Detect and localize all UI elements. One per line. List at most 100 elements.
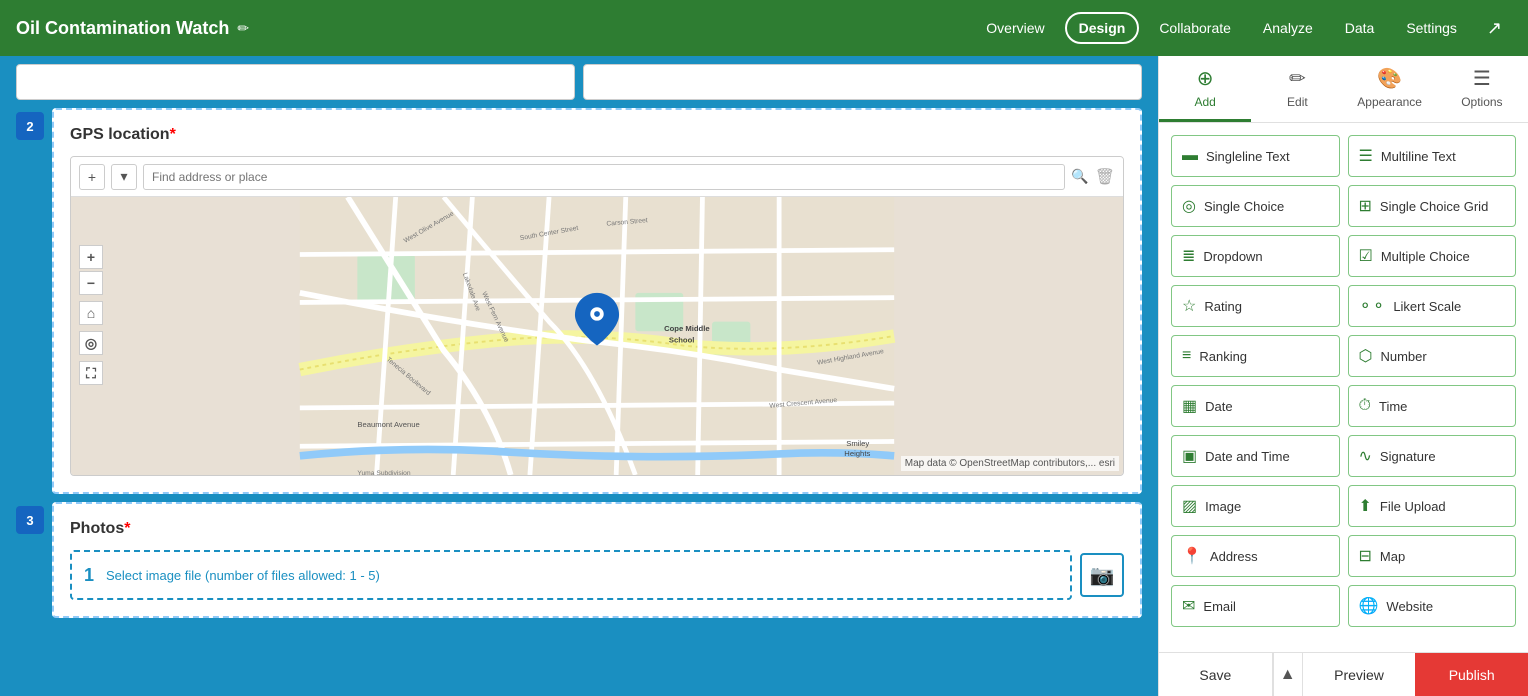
preview-button[interactable]: Preview: [1303, 653, 1416, 696]
map-attribution: Map data © OpenStreetMap contributors,..…: [901, 456, 1119, 471]
camera-button[interactable]: 📷: [1080, 553, 1124, 597]
map-dropdown[interactable]: ▾: [111, 164, 137, 190]
number-label: Number: [1380, 349, 1426, 364]
map-delete-icon[interactable]: 🗑: [1095, 167, 1115, 187]
qt-map[interactable]: ⊟ Map: [1348, 535, 1517, 577]
edit-tab-icon: ✏: [1289, 66, 1306, 91]
required-star-3: *: [124, 520, 130, 537]
qt-multiple-choice[interactable]: ☑ Multiple Choice: [1348, 235, 1517, 277]
save-button[interactable]: Save: [1159, 653, 1273, 696]
qt-singleline-text[interactable]: ▬ Singleline Text: [1171, 135, 1340, 177]
zoom-out-btn[interactable]: −: [79, 271, 103, 295]
nav-data[interactable]: Data: [1333, 14, 1387, 42]
photos-input-row: 1 Select image file (number of files all…: [70, 550, 1124, 600]
ranking-icon: ≡: [1182, 347, 1191, 365]
nav-analyze[interactable]: Analyze: [1251, 14, 1325, 42]
sidebar-header: ⊕ Add ✏ Edit 🎨 Appearance ☰ Options: [1159, 56, 1528, 123]
website-icon: 🌐: [1359, 596, 1379, 616]
map-container[interactable]: + ▾ 🔍 🗑: [70, 156, 1124, 476]
multiple-choice-label: Multiple Choice: [1381, 249, 1470, 264]
svg-text:Yuma Subdivision: Yuma Subdivision: [357, 470, 411, 475]
qt-rating[interactable]: ☆ Rating: [1171, 285, 1340, 327]
add-tab-label: Add: [1194, 95, 1215, 109]
zoom-in-btn[interactable]: +: [79, 245, 103, 269]
qt-date-and-time[interactable]: ▣ Date and Time: [1171, 435, 1340, 477]
qt-ranking[interactable]: ≡ Ranking: [1171, 335, 1340, 377]
nav-settings[interactable]: Settings: [1394, 14, 1469, 42]
email-label: Email: [1203, 599, 1236, 614]
top-input-left[interactable]: [16, 64, 575, 100]
rating-label: Rating: [1204, 299, 1242, 314]
signature-icon: ∿: [1359, 446, 1372, 466]
nav-design[interactable]: Design: [1065, 12, 1140, 44]
likert-scale-label: Likert Scale: [1393, 299, 1461, 314]
dropdown-label: Dropdown: [1203, 249, 1262, 264]
home-btn[interactable]: ⌂: [79, 301, 103, 325]
photo-count: 1: [84, 565, 94, 586]
tab-options[interactable]: ☰ Options: [1436, 56, 1528, 122]
nav-links: Overview Design Collaborate Analyze Data…: [974, 12, 1512, 45]
qt-single-choice[interactable]: ◎ Single Choice: [1171, 185, 1340, 227]
svg-text:Heights: Heights: [844, 449, 870, 458]
form-canvas: 2 GPS location* + ▾ 🔍 🗑: [0, 56, 1158, 696]
map-search-input[interactable]: [143, 164, 1065, 190]
nav-collaborate[interactable]: Collaborate: [1147, 14, 1243, 42]
qt-likert-scale[interactable]: ⚬⚬ Likert Scale: [1348, 285, 1517, 327]
image-label: Image: [1205, 499, 1241, 514]
map-zoom-in[interactable]: +: [79, 164, 105, 190]
qt-website[interactable]: 🌐 Website: [1348, 585, 1517, 627]
edit-tab-label: Edit: [1287, 95, 1308, 109]
rating-icon: ☆: [1182, 296, 1196, 316]
qt-time[interactable]: ⏱ Time: [1348, 385, 1517, 427]
multiline-text-icon: ☰: [1359, 146, 1373, 166]
save-dropdown-btn[interactable]: ▲: [1273, 653, 1303, 696]
top-navigation: Oil Contamination Watch ✏ Overview Desig…: [0, 0, 1528, 56]
section-gps-location: 2 GPS location* + ▾ 🔍 🗑: [16, 108, 1142, 494]
main-layout: 2 GPS location* + ▾ 🔍 🗑: [0, 56, 1528, 696]
qt-address[interactable]: 📍 Address: [1171, 535, 1340, 577]
top-input-right[interactable]: [583, 64, 1142, 100]
photo-upload-box[interactable]: 1 Select image file (number of files all…: [70, 550, 1072, 600]
edit-title-icon[interactable]: ✏: [237, 20, 249, 37]
tab-add[interactable]: ⊕ Add: [1159, 56, 1251, 122]
publish-button[interactable]: Publish: [1415, 653, 1528, 696]
nav-overview[interactable]: Overview: [974, 14, 1056, 42]
qt-signature[interactable]: ∿ Signature: [1348, 435, 1517, 477]
multiple-choice-icon: ☑: [1359, 246, 1373, 266]
app-title: Oil Contamination Watch: [16, 18, 229, 39]
top-partial-inputs: [16, 64, 1142, 100]
tab-edit[interactable]: ✏ Edit: [1251, 56, 1343, 122]
time-icon: ⏱: [1359, 397, 1371, 415]
bottom-toolbar: Save ▲ Preview Publish: [1159, 652, 1528, 696]
fullscreen-btn[interactable]: ⛶: [79, 361, 103, 385]
map-body[interactable]: West Olive Avenue South Center Street Ca…: [71, 197, 1123, 475]
svg-text:Beaumont Avenue: Beaumont Avenue: [357, 420, 419, 429]
appearance-tab-label: Appearance: [1357, 95, 1422, 109]
single-choice-icon: ◎: [1182, 196, 1196, 216]
number-icon: ⬡: [1359, 346, 1373, 366]
add-tab-icon: ⊕: [1197, 66, 1214, 91]
tab-appearance[interactable]: 🎨 Appearance: [1344, 56, 1436, 122]
address-label: Address: [1210, 549, 1258, 564]
qt-image[interactable]: ▨ Image: [1171, 485, 1340, 527]
qt-single-choice-grid[interactable]: ⊞ Single Choice Grid: [1348, 185, 1517, 227]
qt-number[interactable]: ⬡ Number: [1348, 335, 1517, 377]
share-button[interactable]: ↗: [1477, 12, 1512, 45]
svg-text:Cope Middle: Cope Middle: [664, 324, 710, 333]
location-btn[interactable]: ◎: [79, 331, 103, 355]
qt-file-upload[interactable]: ⬆ File Upload: [1348, 485, 1517, 527]
section-3-content: Photos* 1 Select image file (number of f…: [52, 502, 1142, 618]
qt-date[interactable]: ▦ Date: [1171, 385, 1340, 427]
options-tab-icon: ☰: [1473, 66, 1491, 91]
single-choice-grid-icon: ⊞: [1359, 196, 1372, 216]
section-number-3: 3: [16, 506, 44, 534]
photo-label: Select image file (number of files allow…: [106, 568, 380, 583]
qt-multiline-text[interactable]: ☰ Multiline Text: [1348, 135, 1517, 177]
qt-dropdown[interactable]: ≣ Dropdown: [1171, 235, 1340, 277]
map-search-icon[interactable]: 🔍: [1071, 168, 1088, 185]
singleline-text-icon: ▬: [1182, 147, 1198, 165]
address-icon: 📍: [1182, 546, 1202, 566]
right-sidebar: ⊕ Add ✏ Edit 🎨 Appearance ☰ Options ▬: [1158, 56, 1528, 696]
section-2-content: GPS location* + ▾ 🔍 🗑: [52, 108, 1142, 494]
qt-email[interactable]: ✉ Email: [1171, 585, 1340, 627]
